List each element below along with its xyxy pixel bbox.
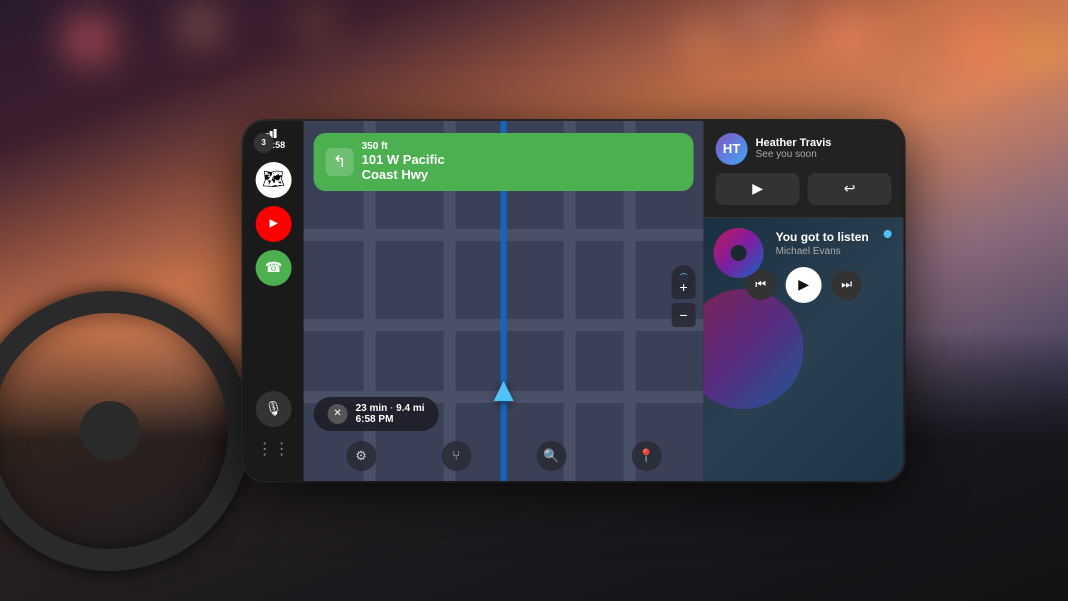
route-options-button[interactable]: ⑂ bbox=[441, 441, 471, 471]
android-auto-screen: 12:58 3 🗺 ▶ ☎ 🎙 ⋮⋮ bbox=[244, 121, 904, 481]
bokeh-circle-2 bbox=[820, 8, 870, 58]
bokeh-circle-5 bbox=[680, 20, 725, 65]
search-map-button[interactable]: 🔍 bbox=[536, 441, 566, 471]
map-bottom-controls: ⚙ ⑂ 🔍 📍 bbox=[314, 441, 694, 471]
map-zoom-controls: + − bbox=[672, 275, 696, 327]
turn-direction-icon: ↰ bbox=[326, 148, 354, 176]
phone-icon: ☎ bbox=[265, 259, 282, 276]
nav-distance-label: 350 ft bbox=[362, 141, 445, 152]
album-center-dot bbox=[731, 245, 747, 261]
zoom-in-button[interactable]: + bbox=[672, 275, 696, 299]
bokeh-circle-6 bbox=[300, 10, 330, 40]
music-track-title: You got to listen bbox=[776, 230, 892, 244]
message-preview-text: See you soon bbox=[756, 149, 892, 160]
message-info: Heather Travis See you soon bbox=[756, 137, 892, 160]
message-actions: ▶ ↩ bbox=[716, 173, 892, 205]
maps-icon: 🗺 bbox=[262, 169, 285, 190]
apps-grid-button[interactable]: ⋮⋮ bbox=[256, 431, 292, 467]
route-icon: ⑂ bbox=[452, 448, 460, 463]
search-icon: 🔍 bbox=[543, 448, 559, 464]
bokeh-circle-0 bbox=[62, 12, 117, 67]
message-reply-button[interactable]: ↩ bbox=[808, 173, 892, 205]
avatar: HT bbox=[716, 133, 748, 165]
sidebar-item-youtube[interactable]: ▶ bbox=[256, 206, 292, 242]
bokeh-circle-4 bbox=[1020, 30, 1055, 65]
message-play-button[interactable]: ▶ bbox=[716, 173, 800, 205]
microphone-button[interactable]: 🎙 bbox=[256, 391, 292, 427]
music-play-button[interactable]: ▶ bbox=[786, 267, 822, 303]
nav-street-name: 101 W Pacific Coast Hwy bbox=[362, 152, 445, 183]
nav-eta-bar: ✕ 23 min · 9.4 mi 6:58 PM bbox=[314, 397, 439, 431]
map-view[interactable]: ↰ 350 ft 101 W Pacific Coast Hwy ◎ + − bbox=[304, 121, 704, 481]
arrow-icon bbox=[494, 381, 514, 401]
settings-icon: ⚙ bbox=[355, 448, 367, 464]
pin-location-button[interactable]: 📍 bbox=[631, 441, 661, 471]
music-album-art bbox=[714, 228, 764, 278]
music-player-card: You got to listen Michael Evans ⏮ ▶ ⏭ bbox=[704, 218, 904, 481]
app-sidebar: 12:58 3 🗺 ▶ ☎ 🎙 ⋮⋮ bbox=[244, 121, 304, 481]
bokeh-circle-1 bbox=[180, 5, 220, 45]
zoom-out-button[interactable]: − bbox=[672, 303, 696, 327]
message-notification-card: HT Heather Travis See you soon ▶ ↩ bbox=[704, 121, 904, 218]
signal-bar-4 bbox=[274, 129, 277, 138]
sidebar-item-phone[interactable]: ☎ bbox=[256, 250, 292, 286]
bokeh-circle-7 bbox=[750, 5, 778, 33]
location-arrow-marker bbox=[494, 381, 514, 401]
music-next-button[interactable]: ⏭ bbox=[832, 270, 862, 300]
music-artist-name: Michael Evans bbox=[776, 246, 892, 257]
sidebar-item-maps[interactable]: 🗺 bbox=[256, 162, 292, 198]
mic-icon: 🎙 bbox=[265, 400, 283, 417]
nav-close-button[interactable]: ✕ bbox=[328, 404, 348, 424]
message-header: HT Heather Travis See you soon bbox=[716, 133, 892, 165]
settings-map-button[interactable]: ⚙ bbox=[346, 441, 376, 471]
grid-icon: ⋮⋮ bbox=[257, 439, 291, 459]
music-info: You got to listen Michael Evans bbox=[776, 230, 892, 257]
message-sender: Heather Travis bbox=[756, 137, 892, 149]
nav-eta-info: 23 min · 9.4 mi 6:58 PM bbox=[356, 403, 425, 425]
nav-instruction-bar: ↰ 350 ft 101 W Pacific Coast Hwy bbox=[314, 133, 694, 191]
right-panel: HT Heather Travis See you soon ▶ ↩ bbox=[704, 121, 904, 481]
youtube-icon: ▶ bbox=[270, 218, 278, 229]
bokeh-circle-3 bbox=[950, 15, 1015, 80]
pin-icon: 📍 bbox=[638, 448, 654, 464]
nav-step-indicator: 3 bbox=[254, 133, 274, 153]
